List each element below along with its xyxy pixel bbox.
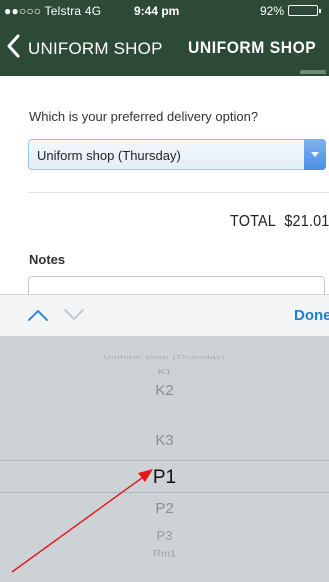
order-total: TOTAL $21.01 bbox=[230, 213, 329, 231]
chevron-left-icon[interactable] bbox=[6, 34, 20, 58]
picker-option[interactable]: K2 bbox=[0, 382, 329, 399]
picker-option[interactable]: P2 bbox=[0, 500, 329, 517]
brand-title: UNIFORM SHOP bbox=[188, 38, 317, 57]
selection-line bbox=[0, 460, 329, 461]
picker-option[interactable]: P3 bbox=[0, 528, 329, 543]
battery-icon bbox=[288, 5, 321, 16]
selection-line bbox=[0, 492, 329, 493]
dropdown-arrow-icon[interactable] bbox=[304, 139, 326, 170]
picker-toolbar: Done bbox=[0, 294, 329, 336]
notes-label: Notes bbox=[29, 252, 66, 267]
app-header: ●●○○○ Telstra 4G 9:44 pm 92% UNIFORM SHO… bbox=[0, 0, 329, 76]
nav-bar: UNIFORM SHOP UNIFORM SHOP bbox=[0, 28, 329, 68]
status-time: 9:44 pm bbox=[134, 4, 180, 18]
total-label: TOTAL bbox=[230, 213, 276, 230]
divider bbox=[28, 192, 329, 193]
chevron-down-icon[interactable] bbox=[64, 308, 84, 322]
option-picker[interactable]: Uniform shop (Thursday) K1 K2 K3 P1 P2 P… bbox=[0, 336, 329, 582]
header-peek bbox=[300, 70, 326, 74]
picker-option[interactable]: K3 bbox=[0, 432, 329, 449]
picker-option[interactable]: Uniform shop (Thursday) bbox=[0, 354, 329, 360]
chevron-up-icon[interactable] bbox=[28, 308, 48, 322]
carrier-signal: ●●○○○ Telstra 4G bbox=[4, 4, 102, 18]
delivery-question: Which is your preferred delivery option? bbox=[29, 109, 259, 124]
battery-percent: 92% bbox=[260, 4, 285, 18]
total-value: $21.01 bbox=[284, 213, 329, 230]
nav-title: UNIFORM SHOP bbox=[28, 39, 163, 58]
picker-option-selected[interactable]: P1 bbox=[0, 467, 329, 489]
picker-option[interactable]: K1 bbox=[0, 368, 329, 376]
picker-option[interactable]: Rm1 bbox=[0, 549, 329, 559]
done-button[interactable]: Done bbox=[294, 307, 329, 324]
status-bar: ●●○○○ Telstra 4G 9:44 pm 92% bbox=[0, 0, 329, 22]
delivery-select-value: Uniform shop (Thursday) bbox=[37, 148, 181, 163]
delivery-select[interactable]: Uniform shop (Thursday) bbox=[28, 139, 326, 170]
